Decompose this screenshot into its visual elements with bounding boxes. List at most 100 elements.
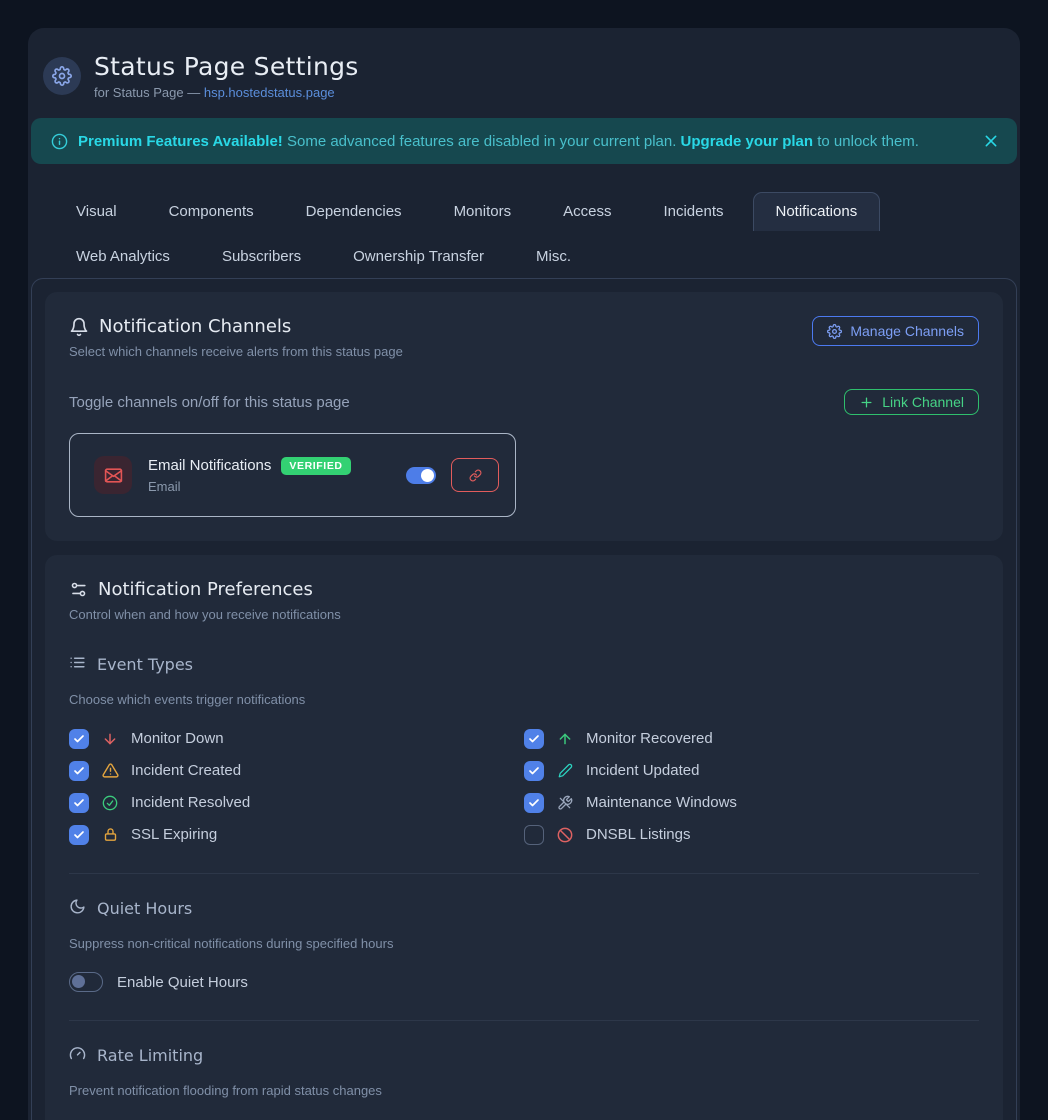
notifications-tab-content: Notification Channels Select which chann… bbox=[31, 278, 1017, 1120]
alert-triangle-icon bbox=[101, 762, 119, 779]
upgrade-plan-link[interactable]: Upgrade your plan bbox=[681, 133, 814, 150]
toggle-channels-hint: Toggle channels on/off for this status p… bbox=[69, 394, 350, 411]
event-label: SSL Expiring bbox=[131, 826, 217, 843]
pencil-icon bbox=[556, 763, 574, 778]
channels-heading-block: Notification Channels Select which chann… bbox=[69, 316, 403, 359]
event-maintenance-windows[interactable]: Maintenance Windows bbox=[524, 792, 979, 813]
tab-dependencies[interactable]: Dependencies bbox=[283, 192, 425, 231]
check-icon bbox=[528, 765, 540, 777]
rate-limiting-title: Rate Limiting bbox=[97, 1046, 203, 1065]
preferences-heading: Notification Preferences bbox=[69, 579, 979, 600]
event-types-title: Event Types bbox=[97, 655, 193, 674]
link-channel-button[interactable]: Link Channel bbox=[844, 389, 979, 415]
status-page-link[interactable]: hsp.hostedstatus.page bbox=[204, 85, 335, 100]
event-dnsbl-listings[interactable]: DNSBL Listings bbox=[524, 824, 979, 845]
link-icon bbox=[469, 469, 482, 482]
event-incident-updated[interactable]: Incident Updated bbox=[524, 760, 979, 781]
rate-limiting-subtitle: Prevent notification flooding from rapid… bbox=[69, 1083, 979, 1098]
quiet-hours-toggle-label: Enable Quiet Hours bbox=[117, 974, 248, 991]
bell-icon bbox=[69, 317, 89, 337]
gear-icon bbox=[827, 324, 842, 339]
event-monitor-recovered[interactable]: Monitor Recovered bbox=[524, 728, 979, 749]
tab-subscribers[interactable]: Subscribers bbox=[199, 237, 324, 276]
unlink-channel-button[interactable] bbox=[451, 458, 499, 492]
event-label: DNSBL Listings bbox=[586, 826, 691, 843]
checkbox-checked[interactable] bbox=[524, 729, 544, 749]
checkbox-checked[interactable] bbox=[69, 761, 89, 781]
page-subtitle: for Status Page — hsp.hostedstatus.page bbox=[94, 85, 359, 100]
gear-icon bbox=[43, 57, 81, 95]
quiet-hours-toggle[interactable] bbox=[69, 972, 103, 992]
envelope-icon bbox=[94, 456, 132, 494]
preferences-subtitle: Control when and how you receive notific… bbox=[69, 607, 979, 622]
channel-name: Email Notifications bbox=[148, 457, 271, 474]
tools-icon bbox=[556, 795, 574, 811]
divider bbox=[69, 873, 979, 874]
list-icon bbox=[69, 654, 86, 675]
event-monitor-down[interactable]: Monitor Down bbox=[69, 728, 524, 749]
settings-tabs: Visual Components Dependencies Monitors … bbox=[31, 190, 1017, 276]
event-label: Monitor Down bbox=[131, 730, 224, 747]
email-channel-card: Email Notifications VERIFIED Email bbox=[69, 433, 516, 517]
event-types-heading: Event Types bbox=[69, 654, 979, 675]
banner-body: Some advanced features are disabled in y… bbox=[283, 133, 681, 150]
sliders-icon bbox=[69, 580, 88, 599]
quiet-hours-subtitle: Suppress non-critical notifications duri… bbox=[69, 936, 979, 951]
email-channel-toggle[interactable] bbox=[406, 467, 436, 484]
event-label: Incident Updated bbox=[586, 762, 699, 779]
check-icon bbox=[528, 797, 540, 809]
channels-subtitle: Select which channels receive alerts fro… bbox=[69, 344, 403, 359]
checkbox-unchecked[interactable] bbox=[524, 825, 544, 845]
event-ssl-expiring[interactable]: SSL Expiring bbox=[69, 824, 524, 845]
channels-title: Notification Channels bbox=[99, 316, 291, 337]
tab-monitors[interactable]: Monitors bbox=[431, 192, 535, 231]
event-types-subtitle: Choose which events trigger notification… bbox=[69, 692, 979, 707]
page-title: Status Page Settings bbox=[94, 52, 359, 81]
event-incident-resolved[interactable]: Incident Resolved bbox=[69, 792, 524, 813]
tab-visual[interactable]: Visual bbox=[53, 192, 140, 231]
tab-notifications[interactable]: Notifications bbox=[753, 192, 881, 231]
event-label: Incident Resolved bbox=[131, 794, 250, 811]
page-title-block: Status Page Settings for Status Page — h… bbox=[94, 52, 359, 100]
tab-misc[interactable]: Misc. bbox=[513, 237, 594, 276]
moon-icon bbox=[69, 898, 86, 919]
event-incident-created[interactable]: Incident Created bbox=[69, 760, 524, 781]
checkbox-checked[interactable] bbox=[524, 761, 544, 781]
tab-components[interactable]: Components bbox=[146, 192, 277, 231]
gauge-icon bbox=[69, 1045, 86, 1066]
subtitle-text: for Status Page — bbox=[94, 85, 204, 100]
preferences-title: Notification Preferences bbox=[98, 579, 313, 600]
manage-channels-button[interactable]: Manage Channels bbox=[812, 316, 979, 346]
tab-web-analytics[interactable]: Web Analytics bbox=[53, 237, 193, 276]
plus-icon bbox=[859, 395, 874, 410]
checkbox-checked[interactable] bbox=[524, 793, 544, 813]
channel-type: Email bbox=[148, 479, 351, 494]
quiet-hours-heading: Quiet Hours bbox=[69, 898, 979, 919]
lock-icon bbox=[101, 827, 119, 842]
check-icon bbox=[73, 765, 85, 777]
page-header: Status Page Settings for Status Page — h… bbox=[33, 52, 1017, 100]
arrow-up-icon bbox=[556, 731, 574, 747]
tab-access[interactable]: Access bbox=[540, 192, 634, 231]
arrow-down-icon bbox=[101, 731, 119, 747]
banner-text: Premium Features Available! Some advance… bbox=[78, 133, 919, 150]
rate-limiting-heading: Rate Limiting bbox=[69, 1045, 979, 1066]
divider bbox=[69, 1020, 979, 1021]
checkbox-checked[interactable] bbox=[69, 825, 89, 845]
check-icon bbox=[528, 733, 540, 745]
banner-title: Premium Features Available! bbox=[78, 133, 283, 150]
check-icon bbox=[73, 797, 85, 809]
banner-body-end: to unlock them. bbox=[813, 133, 919, 150]
event-label: Maintenance Windows bbox=[586, 794, 737, 811]
manage-channels-label: Manage Channels bbox=[850, 323, 964, 339]
verified-badge: VERIFIED bbox=[281, 457, 350, 475]
tab-ownership-transfer[interactable]: Ownership Transfer bbox=[330, 237, 507, 276]
ban-icon bbox=[556, 827, 574, 843]
tab-incidents[interactable]: Incidents bbox=[640, 192, 746, 231]
checkbox-checked[interactable] bbox=[69, 793, 89, 813]
checkbox-checked[interactable] bbox=[69, 729, 89, 749]
check-icon bbox=[73, 829, 85, 841]
check-circle-icon bbox=[101, 795, 119, 811]
close-icon[interactable] bbox=[983, 133, 999, 149]
event-label: Incident Created bbox=[131, 762, 241, 779]
